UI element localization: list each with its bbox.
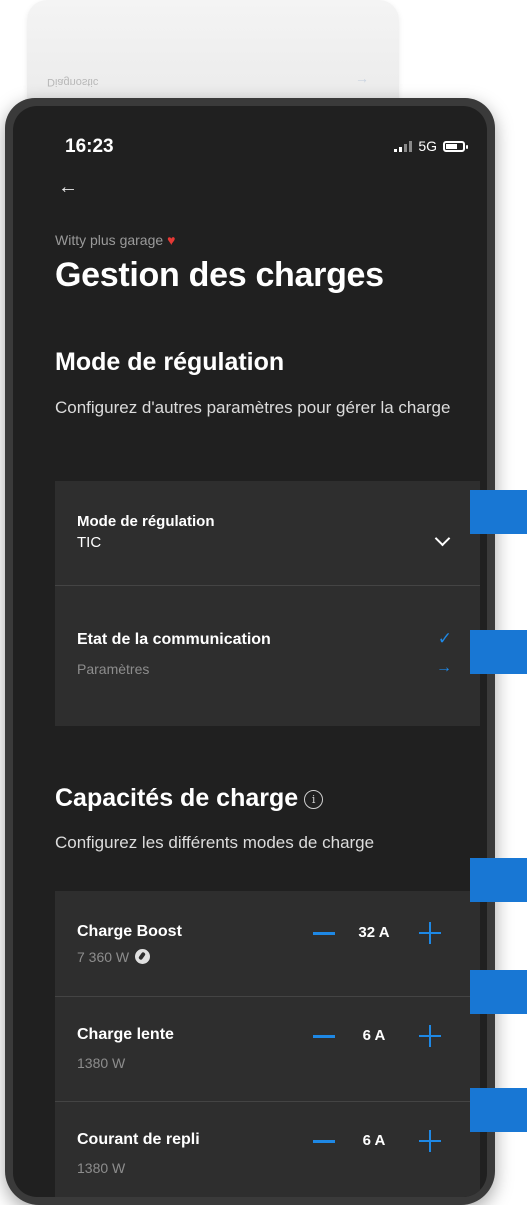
regulation-mode-value: TIC [77,534,102,551]
communication-status-label: Etat de la communication [77,631,271,648]
minus-icon[interactable] [313,1035,335,1038]
capacity-row: Courant de repli 1380 W 6 A [55,1102,480,1197]
settings-label: Paramètres [77,661,150,677]
heart-icon: ♥ [167,232,176,248]
capacity-power: 7 360 W [77,949,151,965]
regulation-section-description: Configurez d'autres paramètres pour gére… [55,398,451,417]
page-subtitle-text: Witty plus garage [55,232,164,248]
status-time: 16:23 [65,136,114,157]
settings-link[interactable]: Paramètres → [55,653,480,689]
plus-icon[interactable] [419,1130,441,1152]
page-title: Gestion des charges [55,256,384,294]
card-divider [55,585,480,586]
plus-icon[interactable] [419,922,441,944]
compass-icon [135,949,151,964]
info-icon[interactable]: i [304,790,324,809]
background-card-label: Diagnostic [47,76,99,88]
arrow-right-icon: → [436,659,452,676]
check-icon: ✓ [437,629,452,648]
regulation-section-title: Mode de régulation [55,348,285,376]
network-label: 5G [418,138,437,154]
arrow-right-icon: → [355,70,369,86]
capacity-value: 6 A [362,1132,386,1149]
capacities-section-title: Capacités de charge i [55,784,324,813]
minus-icon[interactable] [313,932,335,935]
capacity-name: Charge lente [77,1026,174,1043]
annotation-marker [470,1088,527,1132]
annotation-marker [470,970,527,1014]
capacity-row: Charge Boost 7 360 W 32 A [55,891,480,996]
annotation-marker [470,490,527,534]
regulation-mode-select[interactable]: Mode de régulation TIC [55,481,480,585]
page-subtitle: Witty plus garage ♥ [55,232,175,248]
signal-icon [394,140,413,152]
capacity-power: 1380 W [77,1055,126,1071]
capacities-card: Charge Boost 7 360 W 32 A Charge lente 1… [55,891,480,1197]
minus-icon[interactable] [313,1140,335,1143]
back-arrow-icon[interactable]: ← [58,176,78,199]
app-screen: 16:23 5G ← Witty plus garage ♥ Gestion d… [13,106,487,1197]
capacities-title-text: Capacités de charge [55,784,299,812]
capacity-value: 32 A [358,924,390,941]
capacity-power-text: 7 360 W [77,949,130,965]
annotation-marker [470,858,527,902]
regulation-mode-label: Mode de régulation [77,513,215,530]
capacity-name: Courant de repli [77,1131,200,1148]
plus-icon[interactable] [419,1025,441,1047]
capacity-power: 1380 W [77,1160,126,1176]
annotation-marker [470,630,527,674]
status-indicators: 5G [394,138,468,154]
capacities-section-description: Configurez les différents modes de charg… [55,833,375,852]
chevron-down-icon [434,530,451,547]
capacity-name: Charge Boost [77,923,182,940]
battery-icon [443,140,468,152]
phone-frame: 16:23 5G ← Witty plus garage ♥ Gestion d… [5,98,495,1205]
capacity-row: Charge lente 1380 W 6 A [55,997,480,1101]
regulation-card: Mode de régulation TIC Etat de la commun… [55,481,480,726]
capacity-value: 6 A [362,1027,386,1044]
